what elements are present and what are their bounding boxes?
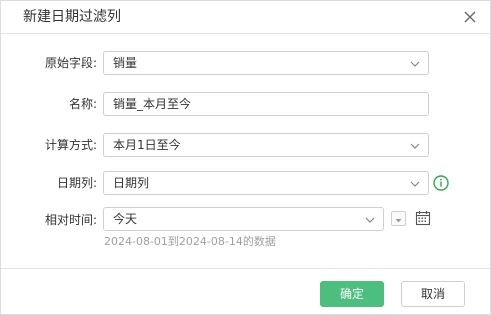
- relative-time-label: 相对时间:: [44, 213, 97, 227]
- calc-method-value: 本月1日至今: [113, 138, 181, 152]
- source-field-select[interactable]: 销量: [103, 51, 429, 75]
- relative-time-select[interactable]: 今天: [103, 207, 384, 231]
- date-column-value: 日期列: [113, 176, 150, 190]
- offset-dropdown-button[interactable]: [391, 211, 406, 226]
- chevron-down-icon: [410, 181, 420, 187]
- chevron-down-icon: [410, 143, 420, 149]
- chevron-down-icon: [410, 61, 420, 67]
- dialog-header: 新建日期过滤列: [1, 1, 490, 34]
- dialog-footer: 确定 取消: [1, 268, 490, 315]
- relative-time-value: 今天: [113, 212, 138, 226]
- new-date-filter-column-dialog: 新建日期过滤列 原始字段: 销量 名称: 销量_本月至今 计算方式: 本月1日至…: [0, 0, 491, 315]
- caret-down-icon: [395, 219, 402, 223]
- source-field-value: 销量: [113, 56, 138, 70]
- name-input[interactable]: 销量_本月至今: [103, 92, 429, 116]
- close-icon[interactable]: [460, 7, 480, 27]
- ok-button[interactable]: 确定: [320, 281, 384, 307]
- calendar-icon[interactable]: [415, 210, 431, 226]
- info-icon[interactable]: [433, 175, 449, 191]
- cancel-button[interactable]: 取消: [401, 281, 465, 307]
- name-label: 名称:: [68, 97, 97, 111]
- calc-method-select[interactable]: 本月1日至今: [103, 133, 429, 157]
- dialog-title: 新建日期过滤列: [23, 9, 121, 25]
- date-column-label: 日期列:: [56, 176, 97, 190]
- name-value: 销量_本月至今: [113, 97, 192, 111]
- chevron-down-icon: [365, 217, 375, 223]
- source-field-label: 原始字段:: [44, 56, 97, 70]
- range-hint: 2024-08-01到2024-08-14的数据: [104, 235, 276, 248]
- date-column-select[interactable]: 日期列: [103, 171, 429, 195]
- calc-method-label: 计算方式:: [44, 138, 97, 152]
